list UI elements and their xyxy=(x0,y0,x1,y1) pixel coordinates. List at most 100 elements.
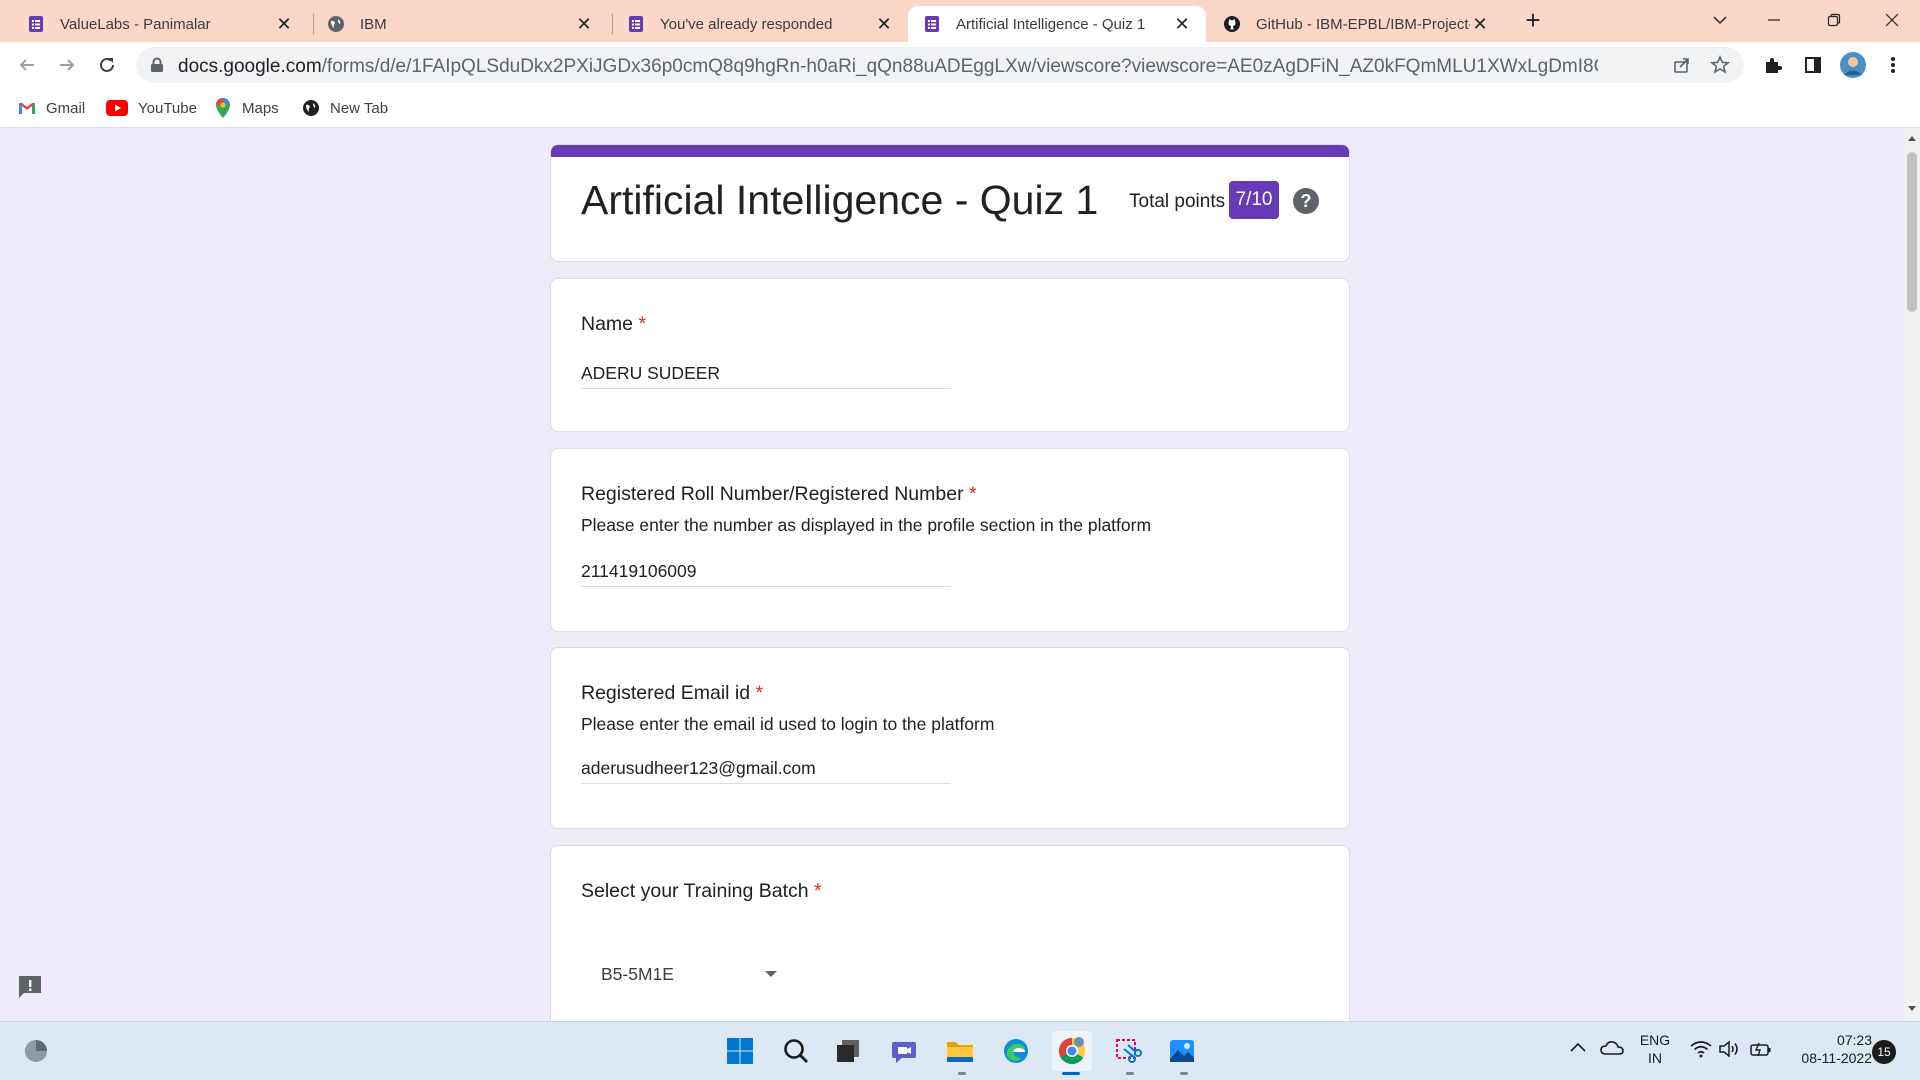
answer-email: aderusudheer123@gmail.com xyxy=(581,754,951,784)
language-indicator[interactable]: ENG IN xyxy=(1636,1032,1674,1066)
side-panel-icon[interactable] xyxy=(1798,50,1828,80)
tab-already-responded[interactable]: You've already responded ✕ xyxy=(612,6,908,42)
teams-chat-icon[interactable] xyxy=(884,1031,924,1071)
chevron-down-icon xyxy=(765,971,777,977)
reload-icon[interactable] xyxy=(92,50,122,80)
bookmark-youtube[interactable]: YouTube xyxy=(106,96,197,120)
question-card-training-batch: Select your Training Batch * B5-5M1E xyxy=(550,845,1350,1021)
url-text[interactable]: docs.google.com/forms/d/e/1FAIpQLSduDkx2… xyxy=(178,56,1598,78)
answer-roll-number: 211419106009 xyxy=(581,557,951,587)
menu-kebab-icon[interactable] xyxy=(1878,50,1908,80)
address-bar[interactable]: docs.google.com/forms/d/e/1FAIpQLSduDkx2… xyxy=(136,47,1744,83)
globe-icon xyxy=(326,14,346,34)
tab-search-icon[interactable] xyxy=(1692,0,1748,40)
form-page: Artificial Intelligence - Quiz 1 Total p… xyxy=(0,128,1904,1021)
chrome-icon[interactable] xyxy=(1052,1031,1092,1071)
browser-tab-strip: ValueLabs - Panimalar ✕ IBM ✕ You've alr… xyxy=(0,0,1920,42)
bookmark-new-tab[interactable]: New Tab xyxy=(302,96,388,120)
snipping-tool-icon[interactable] xyxy=(1108,1031,1148,1071)
lock-icon[interactable] xyxy=(150,57,164,78)
scroll-up-icon[interactable] xyxy=(1908,136,1916,141)
bookmark-label: Maps xyxy=(242,99,279,117)
tab-ibm[interactable]: IBM ✕ xyxy=(312,6,608,42)
chevron-up-icon[interactable] xyxy=(1570,1042,1586,1052)
language-code: ENG xyxy=(1639,1032,1671,1048)
task-view-icon[interactable] xyxy=(828,1031,868,1071)
bookmark-star-icon[interactable] xyxy=(1710,55,1730,75)
tab-ai-quiz[interactable]: Artificial Intelligence - Quiz 1 ✕ xyxy=(908,6,1206,42)
question-label: Name xyxy=(581,313,634,335)
bookmark-label: YouTube xyxy=(138,99,197,117)
running-indicator xyxy=(1180,1072,1188,1075)
close-icon[interactable]: ✕ xyxy=(274,14,294,34)
bookmark-gmail[interactable]: Gmail xyxy=(18,96,85,120)
search-icon[interactable] xyxy=(776,1031,816,1071)
url-path: /forms/d/e/1FAIpQLSduDkx2PXiJGDx36p0cmQ8… xyxy=(321,56,1598,77)
scroll-down-icon[interactable] xyxy=(1908,1006,1916,1011)
question-label: Select your Training Batch xyxy=(581,880,809,902)
windows-start-icon[interactable] xyxy=(720,1031,760,1071)
question-card-roll-number: Registered Roll Number/Registered Number… xyxy=(550,448,1350,632)
onedrive-icon[interactable] xyxy=(1600,1040,1624,1056)
tab-valuelabs[interactable]: ValueLabs - Panimalar ✕ xyxy=(12,6,308,42)
google-forms-icon xyxy=(922,14,942,34)
avatar[interactable] xyxy=(1838,50,1868,80)
answer-name: ADERU SUDEER xyxy=(581,359,951,389)
tab-title: IBM xyxy=(360,15,387,33)
time-text: 07:23 xyxy=(1836,1032,1872,1048)
running-indicator xyxy=(1126,1072,1134,1075)
tab-title: Artificial Intelligence - Quiz 1 xyxy=(956,15,1146,33)
globe-icon xyxy=(302,99,320,117)
training-batch-select[interactable]: B5-5M1E xyxy=(581,950,781,998)
required-asterisk: * xyxy=(814,880,822,902)
date-text: 08-11-2022 xyxy=(1801,1050,1872,1066)
volume-icon[interactable] xyxy=(1718,1040,1740,1058)
question-label: Registered Roll Number/Registered Number xyxy=(581,483,964,505)
question-description: Please enter the number as displayed in … xyxy=(581,515,1152,535)
bookmark-maps[interactable]: Maps xyxy=(214,96,279,120)
edge-icon[interactable] xyxy=(996,1031,1036,1071)
widgets-icon[interactable] xyxy=(16,1031,56,1071)
region-code: IN xyxy=(1648,1050,1662,1066)
bookmarks-bar: Gmail YouTube Maps New Tab xyxy=(0,88,1920,128)
page-scrollbar[interactable] xyxy=(1904,128,1920,1021)
restore-icon[interactable] xyxy=(1806,0,1862,40)
required-asterisk: * xyxy=(638,313,647,335)
photos-icon[interactable] xyxy=(1162,1031,1202,1071)
question-description: Please enter the email id used to login … xyxy=(581,714,995,734)
scrollbar-thumb[interactable] xyxy=(1907,152,1917,312)
help-icon[interactable]: ? xyxy=(1293,188,1319,214)
youtube-icon xyxy=(106,99,128,117)
window-close-icon[interactable] xyxy=(1864,0,1920,40)
clock[interactable]: 07:23 08-11-2022 xyxy=(1782,1032,1872,1066)
back-icon[interactable] xyxy=(12,50,42,80)
forward-icon[interactable] xyxy=(52,50,82,80)
total-points-label: Total points xyxy=(1129,191,1226,212)
feedback-icon[interactable] xyxy=(16,973,44,1001)
accent-band xyxy=(551,145,1349,157)
tab-github[interactable]: GitHub - IBM-EPBL/IBM-Project- ✕ xyxy=(1208,6,1504,42)
battery-icon[interactable] xyxy=(1750,1040,1772,1058)
question-card-email: Registered Email id * Please enter the e… xyxy=(550,647,1350,829)
close-icon[interactable]: ✕ xyxy=(574,14,594,34)
notification-badge[interactable]: 15 xyxy=(1872,1040,1896,1064)
google-forms-icon xyxy=(26,14,46,34)
maps-icon xyxy=(214,98,232,118)
close-icon[interactable]: ✕ xyxy=(874,14,894,34)
file-explorer-icon[interactable] xyxy=(940,1031,980,1071)
question-card-name: Name * ADERU SUDEER xyxy=(550,278,1350,432)
selected-batch: B5-5M1E xyxy=(601,963,674,984)
score-badge: 7/10 xyxy=(1229,181,1279,219)
extensions-icon[interactable] xyxy=(1758,50,1788,80)
close-icon[interactable]: ✕ xyxy=(1172,14,1192,34)
minimize-icon[interactable] xyxy=(1746,0,1802,40)
close-icon[interactable]: ✕ xyxy=(1470,14,1490,34)
share-icon[interactable] xyxy=(1672,55,1692,75)
browser-toolbar: docs.google.com/forms/d/e/1FAIpQLSduDkx2… xyxy=(0,42,1920,88)
question-title: Name * xyxy=(581,313,646,336)
gmail-icon xyxy=(18,99,36,117)
new-tab-button[interactable]: + xyxy=(1520,7,1546,34)
bookmark-label: New Tab xyxy=(330,99,389,117)
wifi-icon[interactable] xyxy=(1690,1040,1712,1058)
github-icon xyxy=(1222,14,1242,34)
